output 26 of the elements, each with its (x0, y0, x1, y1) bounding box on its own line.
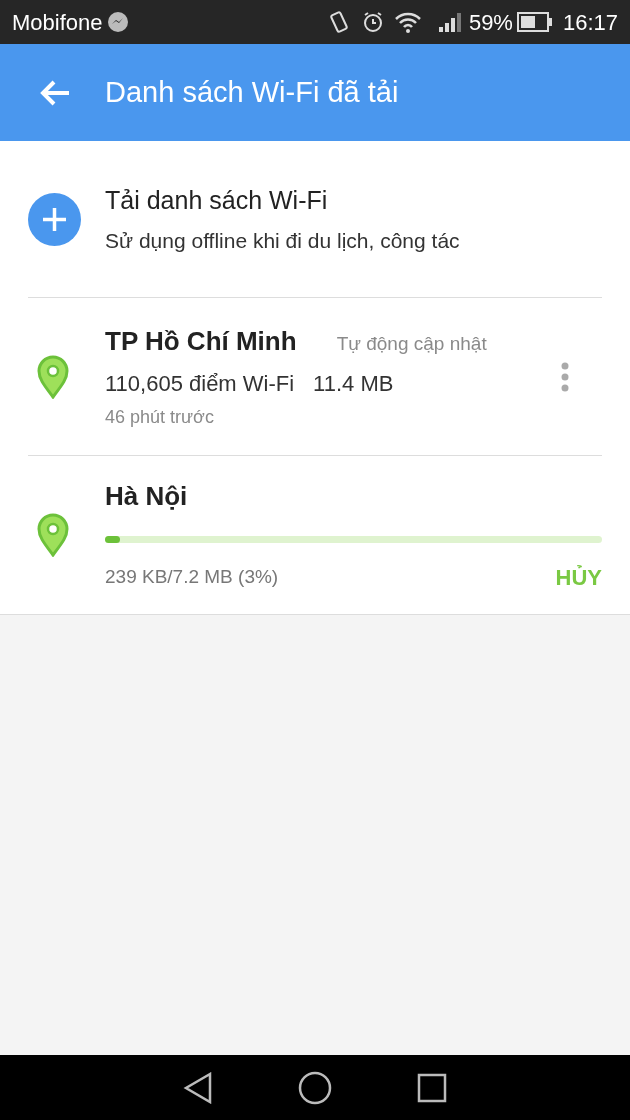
city-list-item[interactable]: TP Hồ Chí Minh Tự động cập nhật 110,605 điểm Wi-Fi 11.4 MB 46 phút trước (28, 298, 602, 456)
auto-update-label: Tự động cập nhật (336, 332, 487, 356)
recents-nav-icon[interactable] (417, 1072, 448, 1103)
messenger-icon (106, 11, 129, 33)
location-pin-icon (36, 354, 70, 399)
file-size: 11.4 MB (313, 370, 394, 398)
location-pin-icon (36, 513, 70, 557)
carrier-name: Mobifone (12, 8, 103, 37)
item-subtitle: Sử dụng offline khi đi du lịch, công tác (105, 228, 460, 254)
city-name: TP Hồ Chí Minh (105, 325, 297, 358)
wifi-point-count: 110,605 điểm Wi-Fi (105, 370, 295, 398)
screen-title: Danh sách Wi-Fi đã tải (105, 74, 399, 110)
signal-icon (436, 10, 463, 34)
battery-percent: 59% (468, 8, 513, 37)
city-list-item[interactable]: Hà Nội 239 KB/7.2 MB (3%) HỦY (28, 456, 602, 614)
home-nav-icon[interactable] (298, 1070, 332, 1105)
download-progress-text: 239 KB/7.2 MB (3%) (105, 564, 279, 589)
update-time: 46 phút trước (105, 406, 215, 429)
back-arrow-icon (39, 78, 71, 107)
battery-icon (516, 11, 553, 33)
back-nav-icon[interactable] (182, 1071, 213, 1104)
city-name: Hà Nội (105, 479, 189, 513)
add-list-item[interactable]: Tải danh sách Wi-Fi Sử dụng offline khi đi du lịch, công tác (28, 141, 602, 298)
item-title: Tải danh sách Wi-Fi (105, 184, 329, 216)
add-icon (28, 192, 81, 246)
clock-time: 16:17 (562, 8, 618, 37)
